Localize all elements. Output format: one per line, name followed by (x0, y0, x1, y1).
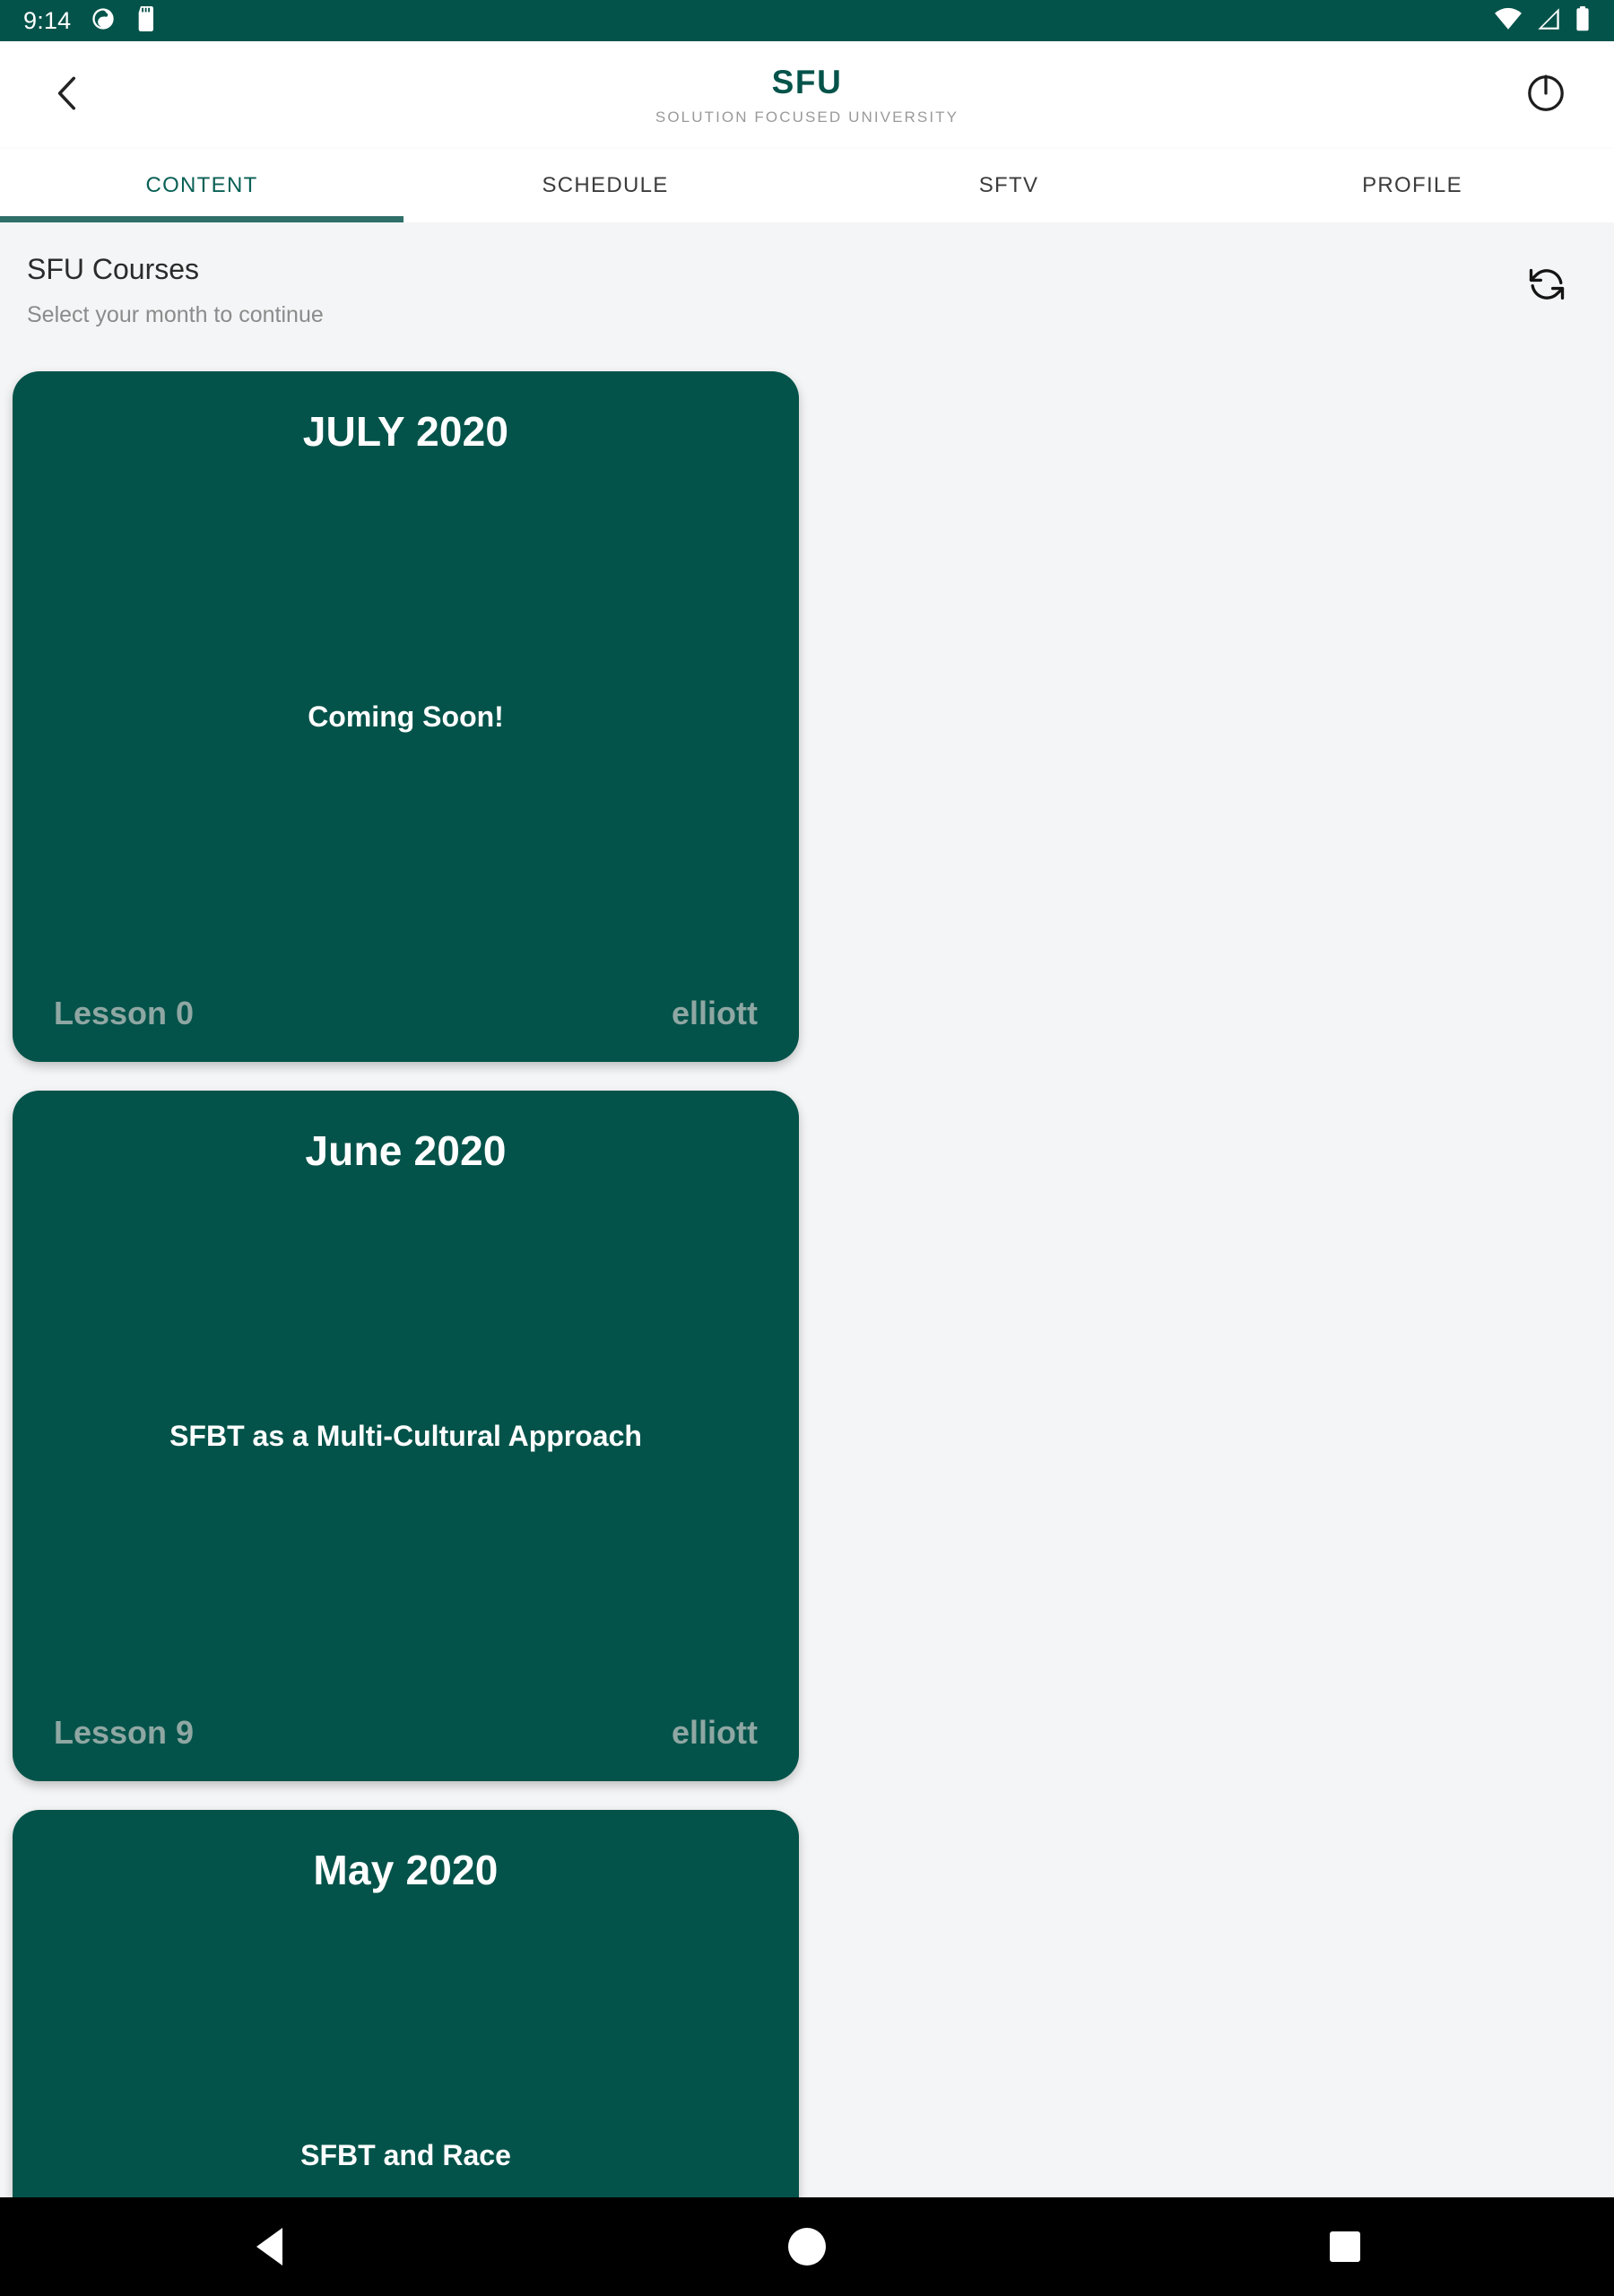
section-header: SFU Courses Select your month to continu… (0, 222, 1614, 328)
tab-schedule-label: SCHEDULE (542, 173, 669, 197)
android-nav-bar (0, 2197, 1614, 2296)
card-month: May 2020 (313, 1846, 499, 1893)
card-topic: SFBT and Race (300, 2138, 511, 2171)
brand-block: SFU SOLUTION FOCUSED UNIVERSITY (0, 41, 1614, 149)
battery-icon (1575, 5, 1591, 36)
course-card[interactable]: JULY 2020 Coming Soon! Lesson 0 elliott (13, 370, 799, 1062)
app-root: 9:14 SFU SOLUTION FOCUSED UNIVERSITY CON… (0, 0, 1614, 2296)
tab-sftv[interactable]: SFTV (807, 149, 1210, 222)
tab-content-label: CONTENT (145, 173, 258, 197)
tab-profile[interactable]: PROFILE (1210, 149, 1614, 222)
content-area: SFU Courses Select your month to continu… (0, 222, 1614, 2296)
status-bar: 9:14 (0, 0, 1614, 41)
card-author: elliott (672, 1713, 758, 1751)
page-subtitle: Select your month to continue (27, 301, 324, 327)
card-topic: Coming Soon! (308, 700, 504, 733)
tab-content[interactable]: CONTENT (0, 149, 404, 222)
page-title: SFU Courses (27, 253, 200, 285)
card-month: June 2020 (305, 1126, 507, 1174)
status-bar-left: 9:14 (23, 5, 159, 36)
brand-subtitle: SOLUTION FOCUSED UNIVERSITY (655, 108, 959, 126)
nav-back-icon (256, 2228, 282, 2266)
card-lesson: Lesson 0 (54, 994, 195, 1031)
status-bar-right (1494, 5, 1591, 36)
cellular-signal-icon (1535, 7, 1562, 35)
tab-active-indicator (0, 216, 404, 222)
course-card-grid: JULY 2020 Coming Soon! Lesson 0 elliott … (0, 370, 1614, 2296)
card-lesson: Lesson 9 (54, 1713, 195, 1751)
app-bar: SFU SOLUTION FOCUSED UNIVERSITY (0, 41, 1614, 149)
sd-card-icon (135, 5, 159, 36)
power-button[interactable] (1508, 57, 1584, 133)
nav-recents-button[interactable] (1076, 2231, 1614, 2262)
nav-back-button[interactable] (0, 2228, 538, 2266)
power-icon (1523, 70, 1569, 121)
refresh-icon (1524, 262, 1569, 311)
status-clock: 9:14 (23, 6, 72, 34)
app-notification-icon (91, 6, 116, 36)
chevron-left-icon (46, 71, 91, 120)
tab-profile-label: PROFILE (1362, 173, 1462, 197)
card-author: elliott (672, 994, 758, 1031)
tab-bar: CONTENT SCHEDULE SFTV PROFILE (0, 149, 1614, 222)
course-card[interactable]: June 2020 SFBT as a Multi-Cultural Appro… (13, 1090, 799, 1781)
nav-home-button[interactable] (538, 2228, 1076, 2266)
card-footer: Lesson 0 elliott (54, 996, 758, 1031)
tab-sftv-label: SFTV (978, 173, 1039, 197)
card-month: JULY 2020 (302, 407, 509, 455)
card-footer: Lesson 9 elliott (54, 1715, 758, 1751)
card-topic: SFBT as a Multi-Cultural Approach (169, 1419, 642, 1452)
back-button[interactable] (30, 57, 106, 133)
nav-recents-icon (1330, 2231, 1360, 2262)
brand-title: SFU (771, 63, 843, 100)
tab-schedule[interactable]: SCHEDULE (404, 149, 807, 222)
refresh-button[interactable] (1514, 253, 1580, 319)
wifi-icon (1494, 7, 1523, 35)
nav-home-icon (788, 2228, 826, 2266)
